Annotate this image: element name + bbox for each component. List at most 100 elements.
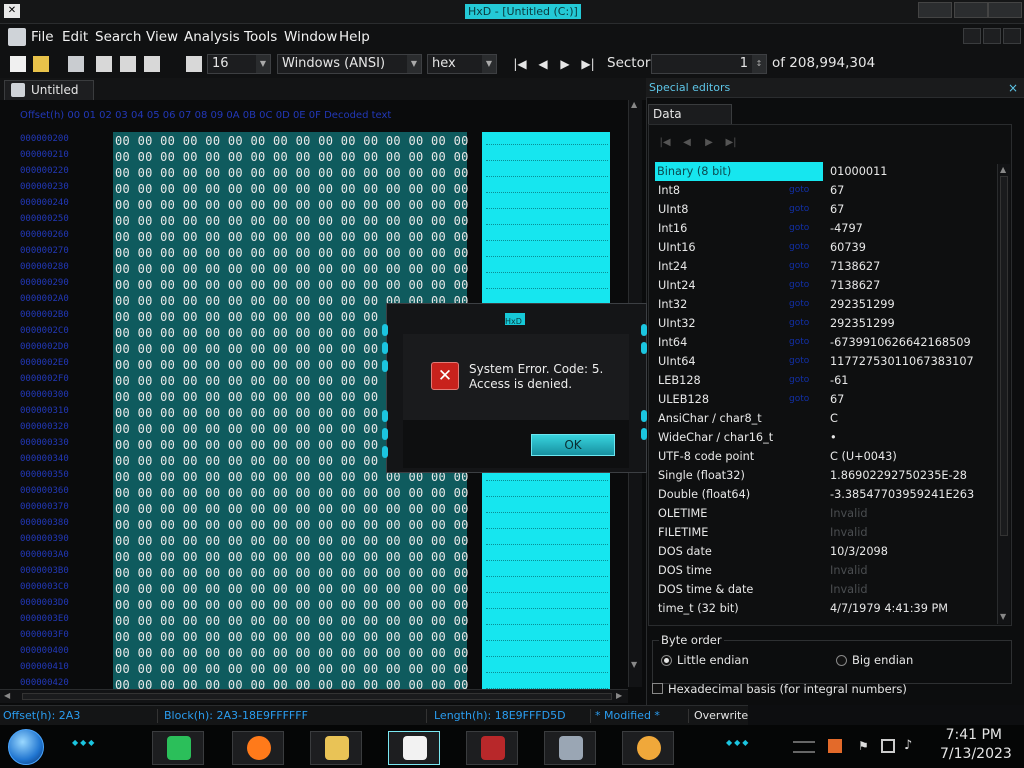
minimize-button[interactable] <box>918 2 952 18</box>
hex-row[interactable]: 00 00 00 00 00 00 00 00 00 00 00 00 00 0… <box>115 486 468 502</box>
inspector-row-value[interactable]: -61 <box>830 371 848 390</box>
last-icon[interactable]: ▶| <box>724 136 738 150</box>
inspector-row[interactable]: Int16 goto -4797 <box>655 219 995 238</box>
save-icon[interactable] <box>68 56 84 72</box>
decoded-text-row[interactable] <box>486 624 608 625</box>
inspector-row-value[interactable]: -3.38547703959241E263 <box>830 485 974 504</box>
charset-select[interactable]: Windows (ANSI) ▼ <box>277 54 422 74</box>
goto-link[interactable]: goto <box>789 352 809 371</box>
inspector-scrollbar[interactable]: ▲ ▼ <box>997 164 1010 624</box>
menu-edit[interactable]: Edit <box>62 29 88 45</box>
new-file-icon[interactable] <box>10 56 26 72</box>
hex-row[interactable]: 00 00 00 00 00 00 00 00 00 00 00 00 00 0… <box>115 598 468 614</box>
first-icon[interactable]: |◀ <box>658 136 672 150</box>
next-icon[interactable]: ▶ <box>702 136 716 150</box>
inspector-row-value[interactable]: -4797 <box>830 219 863 238</box>
tray-app-icon[interactable] <box>828 739 842 753</box>
inspector-row-value[interactable]: 1.86902292750235E-28 <box>830 466 967 485</box>
decoded-text-row[interactable] <box>486 672 608 673</box>
start-button[interactable] <box>8 729 44 765</box>
hex-row[interactable]: 00 00 00 00 00 00 00 00 00 00 00 00 00 0… <box>115 198 468 214</box>
menu-help[interactable]: Help <box>339 29 370 45</box>
hex-row[interactable]: 00 00 00 00 00 00 00 00 00 00 00 00 00 0… <box>115 566 468 582</box>
taskbar-file-explorer[interactable] <box>310 731 362 765</box>
inspector-row-value[interactable]: 292351299 <box>830 314 895 333</box>
open-folder-icon[interactable] <box>33 56 49 72</box>
tab-untitled-c[interactable]: Untitled (C:) <box>4 80 94 115</box>
hex-row[interactable]: 00 00 00 00 00 00 00 00 00 00 00 00 00 0… <box>115 182 468 198</box>
decoded-text-row[interactable] <box>486 240 608 241</box>
decoded-text-row[interactable] <box>486 528 608 529</box>
inspector-row[interactable]: UInt64 goto 11772753011067383107 <box>655 352 995 371</box>
inspector-row[interactable]: UInt24 goto 7138627 <box>655 276 995 295</box>
spinner-icon[interactable]: ↕ <box>752 55 766 73</box>
menu-search[interactable]: Search <box>95 29 141 45</box>
goto-link[interactable]: goto <box>789 219 809 238</box>
doc-minimize-button[interactable] <box>963 28 981 44</box>
volume-icon[interactable]: ♪ <box>904 738 920 754</box>
decoded-text-row[interactable] <box>486 192 608 193</box>
bytes-per-row-select[interactable]: 16 ▼ <box>207 54 271 74</box>
inspector-row[interactable]: Single (float32) 1.86902292750235E-28 <box>655 466 995 485</box>
goto-link[interactable]: goto <box>789 257 809 276</box>
menu-file[interactable]: File <box>31 29 54 45</box>
goto-link[interactable]: goto <box>789 371 809 390</box>
goto-link[interactable]: goto <box>789 200 809 219</box>
decoded-text-row[interactable] <box>486 208 608 209</box>
hex-row[interactable]: 00 00 00 00 00 00 00 00 00 00 00 00 00 0… <box>115 614 468 630</box>
decoded-text-row[interactable] <box>486 176 608 177</box>
hex-basis-option[interactable]: Hexadecimal basis (for integral numbers) <box>652 682 907 696</box>
inspector-row-value[interactable]: Invalid <box>830 504 868 523</box>
decoded-text-row[interactable] <box>486 480 608 481</box>
inspector-row-value[interactable]: 67 <box>830 181 844 200</box>
taskbar-notes-app[interactable] <box>152 731 204 765</box>
hex-row[interactable]: 00 00 00 00 00 00 00 00 00 00 00 00 00 0… <box>115 534 468 550</box>
inspector-row[interactable]: time_t (32 bit) 4/7/1979 4:41:39 PM <box>655 599 995 618</box>
system-clock[interactable]: 7:41 PM 7/13/2023 <box>940 726 1012 764</box>
hex-row[interactable]: 00 00 00 00 00 00 00 00 00 00 00 00 00 0… <box>115 134 468 150</box>
inspector-row-value[interactable]: Invalid <box>830 523 868 542</box>
inspector-row-value[interactable]: 11772753011067383107 <box>830 352 974 371</box>
inspector-row-value[interactable]: C (U+0043) <box>830 447 897 466</box>
sector-input[interactable]: 1 ↕ <box>651 54 767 74</box>
doc-close-button[interactable] <box>1003 28 1021 44</box>
taskbar-app-monitor[interactable] <box>544 731 596 765</box>
inspector-row[interactable]: Binary (8 bit) 01000011 <box>655 162 995 181</box>
hex-row[interactable]: 00 00 00 00 00 00 00 00 00 00 00 00 00 0… <box>115 214 468 230</box>
last-sector-icon[interactable]: ▶| <box>580 56 596 72</box>
hex-row[interactable]: 00 00 00 00 00 00 00 00 00 00 00 00 00 0… <box>115 662 468 678</box>
hex-row[interactable]: 00 00 00 00 00 00 00 00 00 00 00 00 00 0… <box>115 278 468 294</box>
inspector-row[interactable]: DOS date 10/3/2098 <box>655 542 995 561</box>
decoded-text-row[interactable] <box>486 640 608 641</box>
decoded-text-row[interactable] <box>486 512 608 513</box>
inspector-row-value[interactable]: C <box>830 409 838 428</box>
inspector-row-value[interactable]: -6739910626642168509 <box>830 333 971 352</box>
scroll-down-icon[interactable]: ▼ <box>631 660 641 670</box>
taskbar-firefox[interactable] <box>232 731 284 765</box>
inspector-row[interactable]: UInt8 goto 67 <box>655 200 995 219</box>
app-icon[interactable]: ✕ <box>4 4 20 18</box>
menu-analysis[interactable]: Analysis <box>184 29 240 45</box>
menu-tools[interactable]: Tools <box>244 29 277 45</box>
inspector-row[interactable]: FILETIME Invalid <box>655 523 995 542</box>
decoded-text-row[interactable] <box>486 576 608 577</box>
decoded-text-row[interactable] <box>486 272 608 273</box>
decoded-text-row[interactable] <box>486 288 608 289</box>
doc-restore-button[interactable] <box>983 28 1001 44</box>
scroll-up-icon[interactable]: ▲ <box>631 100 641 110</box>
big-endian-label[interactable]: Big endian <box>852 653 913 667</box>
hex-basis-label[interactable]: Hexadecimal basis (for integral numbers) <box>652 682 907 696</box>
show-desktop-icon[interactable] <box>793 741 815 753</box>
inspector-row-value[interactable]: Invalid <box>830 561 868 580</box>
decoded-text-row[interactable] <box>486 544 608 545</box>
previous-icon[interactable]: ◀ <box>680 136 694 150</box>
inspector-row-value[interactable]: 7138627 <box>830 257 880 276</box>
decoded-text-row[interactable] <box>486 560 608 561</box>
goto-link[interactable]: goto <box>789 238 809 257</box>
previous-sector-icon[interactable]: ◀ <box>535 56 551 72</box>
inspector-row[interactable]: Int32 goto 292351299 <box>655 295 995 314</box>
inspector-row[interactable]: AnsiChar / char8_t C <box>655 409 995 428</box>
scroll-left-icon[interactable]: ◀ <box>4 691 10 700</box>
goto-link[interactable]: goto <box>789 181 809 200</box>
inspector-row-value[interactable]: • <box>830 428 837 447</box>
